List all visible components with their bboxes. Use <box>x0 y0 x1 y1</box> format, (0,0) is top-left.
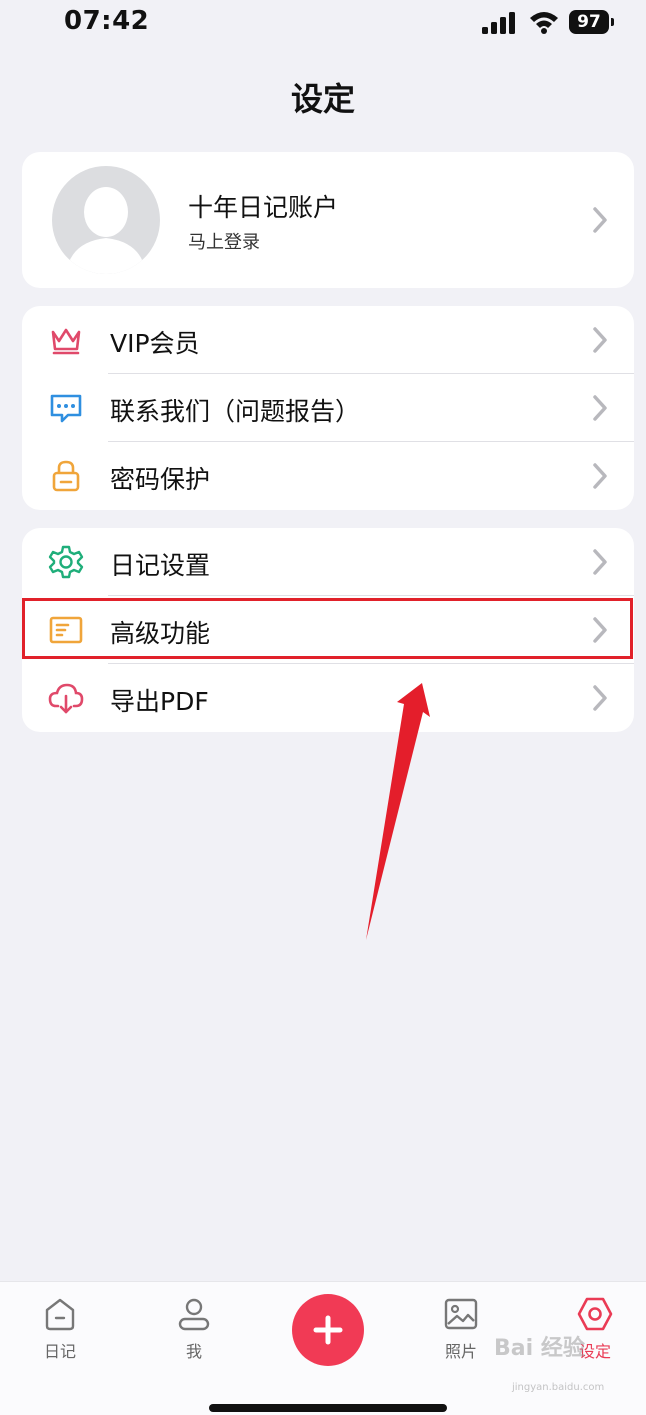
tab-diary[interactable]: 日记 <box>10 1296 110 1362</box>
highlight-box <box>22 598 633 659</box>
battery-level: 97 <box>569 10 609 34</box>
password-protection-label: 密码保护 <box>110 465 211 494</box>
chevron-right-icon <box>593 327 607 353</box>
export-pdf-label: 导出PDF <box>110 687 209 716</box>
avatar <box>52 166 160 274</box>
chevron-right-icon <box>593 207 607 233</box>
avatar-silhouette-icon <box>66 187 146 274</box>
chevron-right-icon <box>593 395 607 421</box>
login-prompt: 马上登录 <box>188 232 260 253</box>
account-name: 十年日记账户 <box>188 193 339 222</box>
lock-icon <box>52 460 80 492</box>
chat-bubble-icon <box>50 394 82 423</box>
status-time: 07:42 <box>64 6 150 36</box>
vip-member-label: VIP会员 <box>110 329 200 358</box>
cellular-signal-icon <box>482 12 515 34</box>
contact-us-row[interactable]: 联系我们（问题报告） <box>22 374 634 442</box>
settings-group-account: VIP会员 联系我们（问题报告） 密码保护 <box>22 306 634 510</box>
tab-me-label: 我 <box>185 1342 202 1361</box>
battery-indicator: 97 <box>569 10 615 34</box>
image-icon <box>444 1298 478 1330</box>
diary-settings-label: 日记设置 <box>110 551 211 580</box>
page-title: 设定 <box>290 80 355 118</box>
vip-member-row[interactable]: VIP会员 <box>22 306 634 374</box>
home-icon <box>45 1298 75 1331</box>
chevron-right-icon <box>593 549 607 575</box>
person-icon <box>178 1298 210 1331</box>
tab-diary-label: 日记 <box>43 1342 76 1361</box>
password-protection-row[interactable]: 密码保护 <box>22 442 634 510</box>
watermark-url: jingyan.baidu.com <box>512 1382 605 1393</box>
chevron-right-icon <box>593 685 607 711</box>
export-pdf-row[interactable]: 导出PDF <box>22 664 634 732</box>
status-bar: 07:42 97 <box>0 0 646 48</box>
wifi-icon <box>530 12 558 34</box>
contact-us-label: 联系我们（问题报告） <box>110 397 361 426</box>
tab-me[interactable]: 我 <box>144 1296 244 1362</box>
diary-settings-row[interactable]: 日记设置 <box>22 528 634 596</box>
account-card[interactable]: 十年日记账户 马上登录 <box>22 152 634 288</box>
plus-icon <box>313 1315 343 1345</box>
cloud-download-icon <box>48 683 84 714</box>
home-indicator <box>209 1404 447 1412</box>
crown-icon <box>51 328 81 355</box>
gear-icon <box>48 545 84 579</box>
chevron-right-icon <box>593 463 607 489</box>
add-entry-button[interactable] <box>292 1294 364 1366</box>
battery-cap <box>611 18 614 26</box>
watermark: Bai 经验 <box>494 1336 585 1361</box>
settings-hexagon-icon <box>577 1297 613 1331</box>
